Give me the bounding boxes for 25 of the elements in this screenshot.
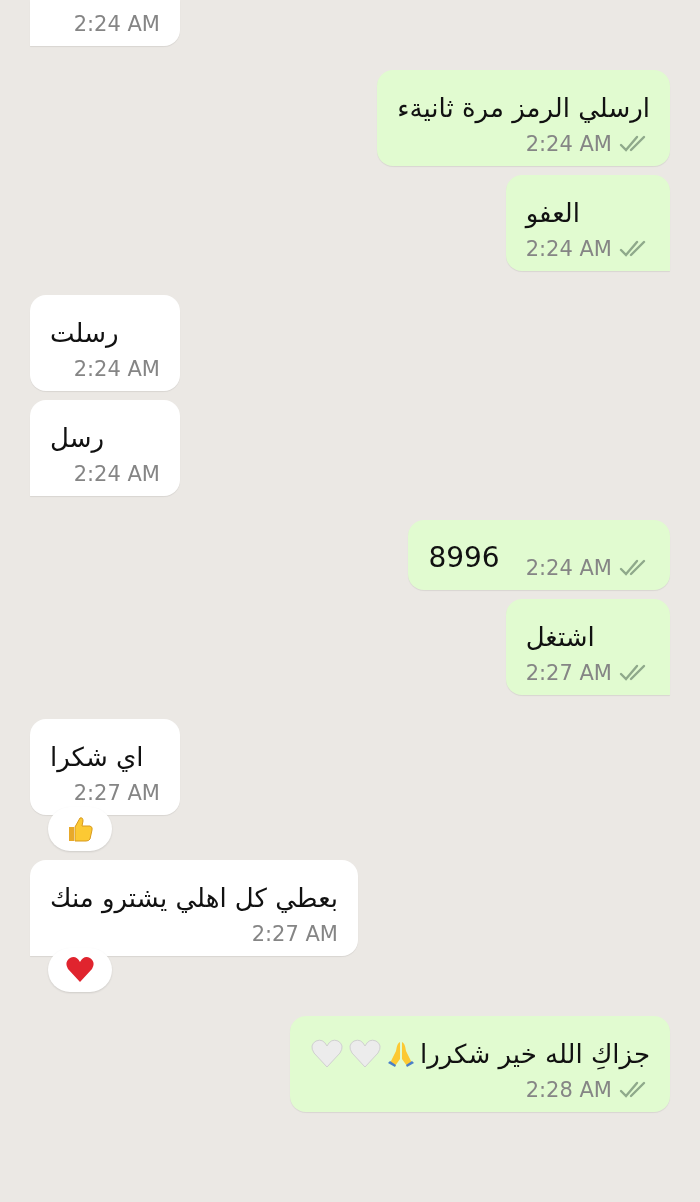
message-time: 2:24 AM bbox=[525, 132, 612, 156]
message-text: 8996 bbox=[428, 540, 500, 576]
message-text: رسل bbox=[50, 422, 105, 455]
heart-icon bbox=[347, 1039, 382, 1069]
message-text: اشتغل bbox=[525, 621, 595, 654]
reaction-badge[interactable] bbox=[48, 948, 112, 992]
message-text: جزاكِ الله خير شكررا bbox=[419, 1038, 650, 1072]
message-text: بعطي كل اهلي يشترو منك bbox=[50, 882, 338, 916]
message-text: رسلت bbox=[50, 317, 119, 350]
incoming-message-bubble[interactable]: 2:24 AM bbox=[30, 0, 180, 46]
outgoing-message-bubble[interactable]: 8996 2:24 AM bbox=[408, 520, 670, 590]
message-time: 2:28 AM bbox=[525, 1078, 612, 1102]
heart-icon bbox=[309, 1039, 344, 1069]
message-time: 2:24 AM bbox=[73, 12, 160, 36]
message-time: 2:24 AM bbox=[73, 357, 160, 381]
heart-icon bbox=[65, 956, 95, 984]
message-time: 2:27 AM bbox=[73, 781, 160, 805]
message-time: 2:24 AM bbox=[73, 462, 160, 486]
message-text: العفو bbox=[525, 197, 580, 231]
message-time: 2:24 AM bbox=[525, 556, 612, 580]
message-time: 2:27 AM bbox=[251, 922, 338, 946]
message-time: 2:27 AM bbox=[525, 661, 612, 685]
message-text: اي شكرا bbox=[50, 741, 144, 775]
message-text: ارسلي الرمز مرة ثانيةء bbox=[397, 92, 650, 126]
message-time: 2:24 AM bbox=[525, 237, 612, 261]
